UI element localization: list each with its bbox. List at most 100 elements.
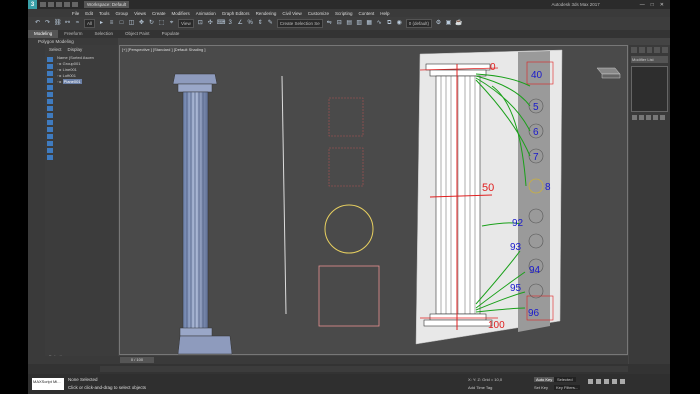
material-editor-icon[interactable]: ◉ xyxy=(396,20,403,27)
loft-outline-boxes[interactable] xyxy=(328,97,364,187)
menu-customize[interactable]: Customize xyxy=(308,11,329,16)
create-tab-icon[interactable] xyxy=(631,47,637,53)
make-unique-icon[interactable] xyxy=(646,115,651,120)
align-icon[interactable]: ⊟ xyxy=(336,20,343,27)
filter-xrefs-icon[interactable] xyxy=(47,106,53,111)
filter-bones-icon[interactable] xyxy=(47,113,53,118)
keyboard-shortcut-icon[interactable]: ⌨ xyxy=(217,20,226,27)
configure-sets-icon[interactable] xyxy=(660,115,665,120)
show-end-result-icon[interactable] xyxy=(639,115,644,120)
viewcube[interactable] xyxy=(596,67,621,79)
filter-groups-icon[interactable] xyxy=(47,99,53,104)
filter-lights-icon[interactable] xyxy=(47,71,53,76)
filter-all-icon[interactable] xyxy=(47,141,53,146)
tab-selection[interactable]: Selection xyxy=(89,30,120,38)
layer-dropdown[interactable]: 0 (default) xyxy=(405,19,432,28)
time-slider[interactable]: 0 / 100 xyxy=(28,356,628,364)
reference-coord-dropdown[interactable]: View xyxy=(178,19,194,28)
set-key-button[interactable]: Set Key xyxy=(534,385,548,390)
undo-icon[interactable]: ↶ xyxy=(34,20,41,27)
remove-modifier-icon[interactable] xyxy=(653,115,658,120)
filter-shapes-icon[interactable] xyxy=(47,64,53,69)
explorer-tab-select[interactable]: Select xyxy=(49,47,62,52)
filter-frozen-icon[interactable] xyxy=(47,127,53,132)
menu-views[interactable]: Views xyxy=(134,11,146,16)
schematic-view-icon[interactable]: ⧉ xyxy=(386,20,393,27)
menu-file[interactable]: File xyxy=(72,11,79,16)
redo-icon[interactable] xyxy=(72,2,78,7)
edit-named-selection-icon[interactable]: ✎ xyxy=(267,20,274,27)
play-icon[interactable] xyxy=(604,379,609,384)
key-mode-dropdown[interactable]: Selected xyxy=(554,377,576,382)
pivot-center-icon[interactable]: ⊡ xyxy=(197,20,204,27)
scale-icon[interactable]: ⬚ xyxy=(158,20,165,27)
filter-helpers-icon[interactable] xyxy=(47,85,53,90)
coordinate-readout[interactable]: X: Y: Z: Grid = 10,0 xyxy=(468,377,502,382)
menu-modifiers[interactable]: Modifiers xyxy=(172,11,190,16)
auto-key-button[interactable]: Auto Key xyxy=(534,377,555,382)
open-file-icon[interactable] xyxy=(48,2,54,7)
filter-spacewarps-icon[interactable] xyxy=(47,92,53,97)
filter-cameras-icon[interactable] xyxy=(47,78,53,83)
menu-help[interactable]: Help xyxy=(380,11,389,16)
pin-stack-icon[interactable] xyxy=(632,115,637,120)
angle-snap-icon[interactable]: ∠ xyxy=(237,20,244,27)
track-bar[interactable] xyxy=(28,364,670,374)
viewport-canvas[interactable]: 0 40 5 6 7 50 8 92 93 94 95 96 100 xyxy=(120,46,629,356)
menu-graph-editors[interactable]: Graph Editors xyxy=(222,11,250,16)
go-to-end-icon[interactable] xyxy=(620,379,625,384)
list-item-selected[interactable]: ◦ ▸ Plane001 xyxy=(57,79,94,85)
go-to-start-icon[interactable] xyxy=(588,379,593,384)
utilities-tab-icon[interactable] xyxy=(662,47,668,53)
ribbon-panel-label[interactable]: Polygon Modeling xyxy=(28,38,118,45)
render-setup-icon[interactable]: ⚙ xyxy=(435,20,442,27)
unlink-icon[interactable]: ⚯ xyxy=(64,20,71,27)
reference-plane[interactable]: 0 40 5 6 7 50 8 92 93 94 95 96 100 xyxy=(415,49,563,345)
maxscript-listener[interactable]: MAXScript Mi... xyxy=(32,378,64,390)
previous-frame-icon[interactable] xyxy=(596,379,601,384)
modifier-list-dropdown[interactable]: Modifier List xyxy=(631,56,668,63)
mirror-icon[interactable]: ⇋ xyxy=(326,20,333,27)
circle-shape[interactable] xyxy=(324,204,374,254)
ribbon-toggle-icon[interactable]: ▦ xyxy=(366,20,373,27)
percent-snap-icon[interactable]: % xyxy=(247,20,254,27)
motion-tab-icon[interactable] xyxy=(654,47,661,53)
undo-icon[interactable] xyxy=(64,2,70,7)
link-icon[interactable]: ⛓ xyxy=(54,20,62,27)
perspective-viewport[interactable]: [+] [Perspective ] [Standard ] [Default … xyxy=(119,45,628,355)
tab-freeform[interactable]: Freeform xyxy=(58,30,88,38)
explorer-tab-display[interactable]: Display xyxy=(68,47,83,52)
snap-3d-icon[interactable]: 3 xyxy=(227,20,234,27)
select-object-icon[interactable]: ▸ xyxy=(98,20,105,27)
frame-counter[interactable]: 0 / 100 xyxy=(120,357,154,363)
hierarchy-tab-icon[interactable] xyxy=(646,47,653,53)
modifier-stack[interactable] xyxy=(631,66,668,112)
tab-populate[interactable]: Populate xyxy=(156,30,186,38)
menu-animation[interactable]: Animation xyxy=(196,11,216,16)
maximize-button[interactable]: □ xyxy=(651,2,654,8)
minimize-button[interactable]: — xyxy=(640,2,645,8)
new-file-icon[interactable] xyxy=(40,2,46,7)
tab-modeling[interactable]: Modeling xyxy=(28,30,59,38)
close-button[interactable]: ✕ xyxy=(660,2,664,8)
add-time-tag-button[interactable]: Add Time Tag xyxy=(468,385,492,390)
modify-tab-icon[interactable] xyxy=(638,47,645,53)
select-manipulate-icon[interactable]: ✣ xyxy=(207,20,214,27)
track-bar-ruler[interactable] xyxy=(100,366,628,372)
toggle-layer-explorer-icon[interactable]: ▥ xyxy=(356,20,363,27)
menu-rendering[interactable]: Rendering xyxy=(256,11,277,16)
window-crossing-icon[interactable]: ◫ xyxy=(128,20,135,27)
rendered-frame-icon[interactable]: ▣ xyxy=(445,20,452,27)
menu-group[interactable]: Group xyxy=(116,11,129,16)
menu-tools[interactable]: Tools xyxy=(99,11,110,16)
next-frame-icon[interactable] xyxy=(612,379,617,384)
menu-content[interactable]: Content xyxy=(359,11,375,16)
named-selection-dropdown[interactable]: Create Selection Se xyxy=(276,19,323,28)
line-spline[interactable] xyxy=(281,75,287,315)
redo-icon[interactable]: ↷ xyxy=(44,20,51,27)
workspace-dropdown[interactable]: Workspace: Default xyxy=(84,1,130,8)
menu-scripting[interactable]: Scripting xyxy=(335,11,353,16)
selection-filter-dropdown[interactable]: All xyxy=(84,19,96,28)
place-icon[interactable]: ⌖ xyxy=(168,20,175,27)
save-file-icon[interactable] xyxy=(56,2,62,7)
